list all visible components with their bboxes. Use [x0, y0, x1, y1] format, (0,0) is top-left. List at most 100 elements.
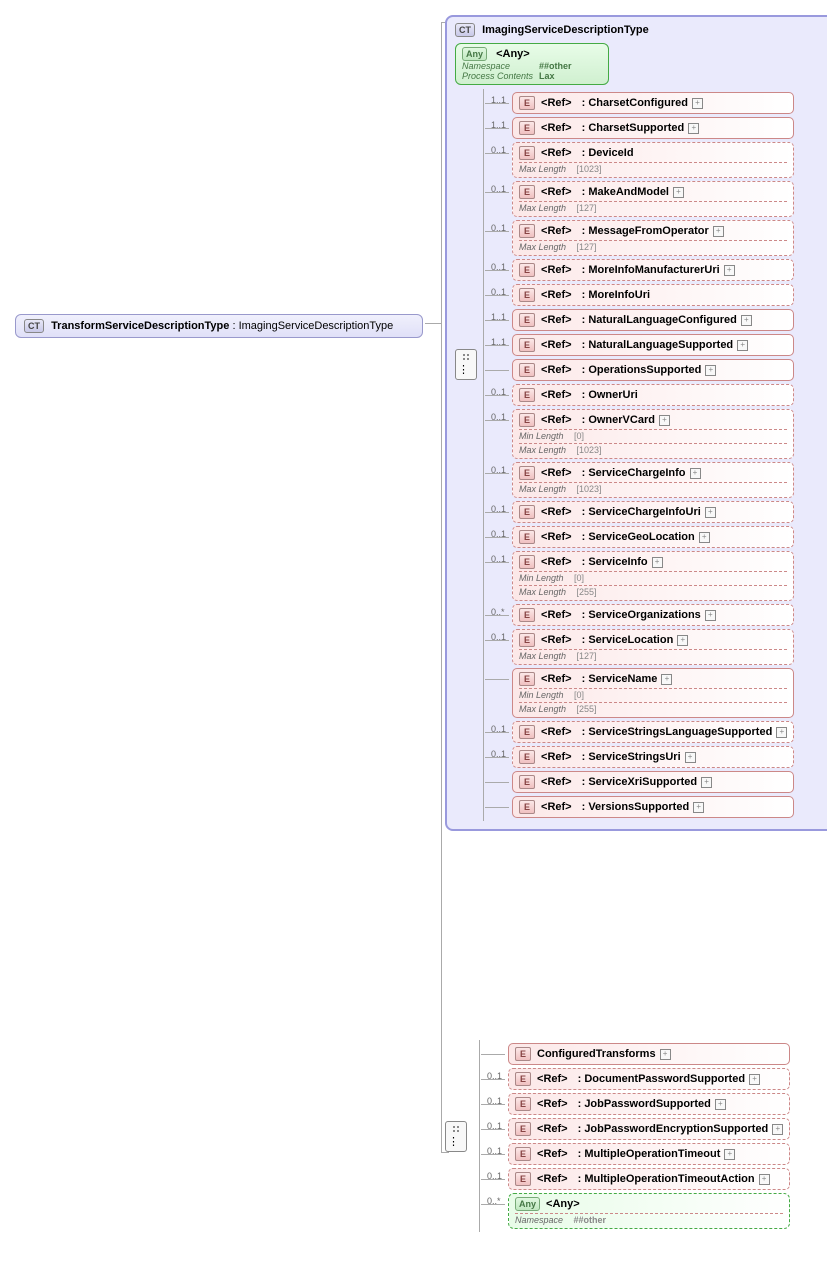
expand-handle[interactable]: +	[661, 674, 672, 685]
schema-element[interactable]: E<Ref>: ServiceName+Min Length [0]Max Le…	[512, 668, 794, 718]
cardinality-label: 0..1	[487, 1171, 502, 1181]
schema-element[interactable]: 0..1E<Ref>: ServiceStringsLanguageSuppor…	[512, 721, 794, 743]
expand-handle[interactable]: +	[776, 727, 787, 738]
expand-handle[interactable]: +	[693, 802, 704, 813]
schema-element[interactable]: 1..1E<Ref>: CharsetConfigured+	[512, 92, 794, 114]
cardinality-label: 0..1	[487, 1146, 502, 1156]
expand-handle[interactable]: +	[659, 415, 670, 426]
schema-element[interactable]: 0..1E<Ref>: JobPasswordSupported+	[508, 1093, 790, 1115]
element-name: : MoreInfoUri	[582, 289, 650, 301]
expand-handle[interactable]: +	[705, 610, 716, 621]
ref-label: <Ref>	[541, 186, 572, 198]
expand-handle[interactable]: +	[652, 557, 663, 568]
sequence-compositor-icon[interactable]: ⋮	[455, 349, 477, 380]
schema-element[interactable]: 1..1E<Ref>: NaturalLanguageConfigured+	[512, 309, 794, 331]
element-badge-icon: E	[519, 224, 535, 238]
element-badge-icon: E	[519, 750, 535, 764]
cardinality-label: 0..1	[491, 465, 506, 475]
expand-handle[interactable]: +	[759, 1174, 770, 1185]
expand-handle[interactable]: +	[724, 265, 735, 276]
element-name: : MoreInfoManufacturerUri	[582, 264, 720, 276]
expand-handle[interactable]: +	[715, 1099, 726, 1110]
expand-handle[interactable]: +	[737, 340, 748, 351]
schema-element[interactable]: 0..1E<Ref>: OwnerVCard+Min Length [0]Max…	[512, 409, 794, 459]
cardinality-label: 0..*	[491, 607, 505, 617]
any-ns-val: ##other	[539, 61, 578, 71]
expand-handle[interactable]: +	[705, 365, 716, 376]
schema-element[interactable]: E<Ref>: ServiceXriSupported+	[512, 771, 794, 793]
schema-element[interactable]: 0..1E<Ref>: OwnerUri	[512, 384, 794, 406]
element-name: : NaturalLanguageConfigured	[582, 314, 737, 326]
cardinality-label: 1..1	[491, 95, 506, 105]
expand-handle[interactable]: +	[705, 507, 716, 518]
schema-element[interactable]: E<Ref>: OperationsSupported+	[512, 359, 794, 381]
schema-element[interactable]: 0..1E<Ref>: MoreInfoManufacturerUri+	[512, 259, 794, 281]
element-name: : JobPasswordSupported	[578, 1098, 711, 1110]
schema-element[interactable]: 0..1E<Ref>: DocumentPasswordSupported+	[508, 1068, 790, 1090]
expand-handle[interactable]: +	[660, 1049, 671, 1060]
expand-handle[interactable]: +	[713, 226, 724, 237]
root-base-type: ImagingServiceDescriptionType	[239, 320, 394, 332]
schema-element[interactable]: 0..1E<Ref>: ServiceChargeInfo+Max Length…	[512, 462, 794, 498]
schema-element[interactable]: 0..1E<Ref>: DeviceIdMax Length [1023]	[512, 142, 794, 178]
expand-handle[interactable]: +	[741, 315, 752, 326]
schema-element[interactable]: 0..1E<Ref>: MultipleOperationTimeoutActi…	[508, 1168, 790, 1190]
root-type-node[interactable]: CT TransformServiceDescriptionType : Ima…	[15, 314, 423, 338]
schema-element[interactable]: 0..1E<Ref>: ServiceLocation+Max Length […	[512, 629, 794, 665]
element-badge-icon: E	[519, 725, 535, 739]
element-name: : ServiceChargeInfoUri	[582, 506, 701, 518]
ref-label: <Ref>	[541, 97, 572, 109]
expand-handle[interactable]: +	[724, 1149, 735, 1160]
schema-element[interactable]: 0..*E<Ref>: ServiceOrganizations+	[512, 604, 794, 626]
schema-element[interactable]: 0..1E<Ref>: JobPasswordEncryptionSupport…	[508, 1118, 790, 1140]
element-badge-icon: E	[519, 466, 535, 480]
ref-label: <Ref>	[537, 1123, 568, 1135]
element-badge-icon: E	[519, 608, 535, 622]
expand-handle[interactable]: +	[749, 1074, 760, 1085]
expand-handle[interactable]: +	[673, 187, 684, 198]
cardinality-label: 1..1	[491, 120, 506, 130]
schema-element[interactable]: EConfiguredTransforms+	[508, 1043, 790, 1065]
element-badge-icon: E	[515, 1047, 531, 1061]
any-wildcard-box: 0..*Any<Any>Namespace ##other	[508, 1193, 790, 1229]
parent-elements-list: 1..1E<Ref>: CharsetConfigured+1..1E<Ref>…	[483, 89, 794, 821]
schema-element[interactable]: 0..1E<Ref>: MakeAndModel+Max Length [127…	[512, 181, 794, 217]
schema-element[interactable]: 0..1E<Ref>: MessageFromOperator+Max Leng…	[512, 220, 794, 256]
element-name: : MultipleOperationTimeout	[578, 1148, 721, 1160]
expand-handle[interactable]: +	[701, 777, 712, 788]
constraint-row: Min Length [0]	[519, 688, 787, 700]
expand-handle[interactable]: +	[688, 123, 699, 134]
schema-element[interactable]: 1..1E<Ref>: NaturalLanguageSupported+	[512, 334, 794, 356]
root-type-name: TransformServiceDescriptionType	[51, 320, 229, 332]
connector-line	[425, 323, 441, 324]
element-name: : ServiceXriSupported	[582, 776, 698, 788]
expand-handle[interactable]: +	[685, 752, 696, 763]
sequence-compositor-icon[interactable]: ⋮	[445, 1121, 467, 1152]
schema-element[interactable]: 1..1E<Ref>: CharsetSupported+	[512, 117, 794, 139]
expand-handle[interactable]: +	[772, 1124, 783, 1135]
cardinality-label: 0..*	[487, 1196, 501, 1206]
any-badge-icon: Any	[462, 47, 487, 61]
element-badge-icon: E	[519, 672, 535, 686]
schema-element[interactable]: 0..1E<Ref>: ServiceInfo+Min Length [0]Ma…	[512, 551, 794, 601]
expand-handle[interactable]: +	[692, 98, 703, 109]
constraint-row: Max Length [1023]	[519, 443, 787, 455]
cardinality-label: 0..1	[491, 387, 506, 397]
any-badge-icon: Any	[515, 1197, 540, 1211]
ct-badge-icon: CT	[24, 319, 44, 333]
schema-element[interactable]: 0..1E<Ref>: MoreInfoUri	[512, 284, 794, 306]
schema-element[interactable]: 0..1E<Ref>: ServiceStringsUri+	[512, 746, 794, 768]
element-name: : DocumentPasswordSupported	[578, 1073, 745, 1085]
schema-element[interactable]: 0..1E<Ref>: ServiceGeoLocation+	[512, 526, 794, 548]
element-name: : MakeAndModel	[582, 186, 669, 198]
schema-element[interactable]: 0..1E<Ref>: MultipleOperationTimeout+	[508, 1143, 790, 1165]
ref-label: <Ref>	[541, 726, 572, 738]
expand-handle[interactable]: +	[690, 468, 701, 479]
expand-handle[interactable]: +	[677, 635, 688, 646]
element-badge-icon: E	[519, 96, 535, 110]
element-badge-icon: E	[519, 388, 535, 402]
expand-handle[interactable]: +	[699, 532, 710, 543]
schema-element[interactable]: E<Ref>: VersionsSupported+	[512, 796, 794, 818]
element-name: : ServiceChargeInfo	[582, 467, 686, 479]
schema-element[interactable]: 0..1E<Ref>: ServiceChargeInfoUri+	[512, 501, 794, 523]
